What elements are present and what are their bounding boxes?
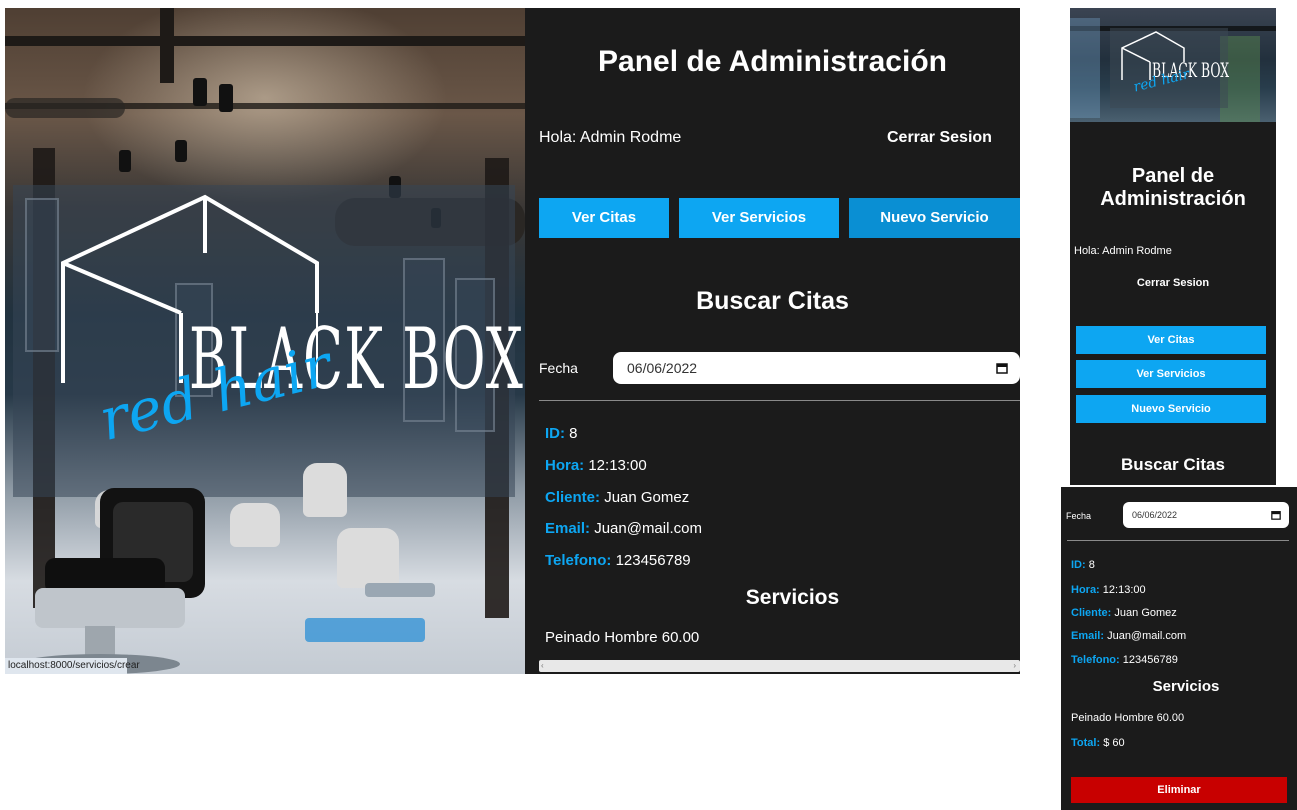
calendar-icon[interactable] (996, 362, 1008, 374)
page-title: Panel de Administración (1070, 165, 1276, 211)
appointment-phone: Telefono: 123456789 (1071, 653, 1178, 667)
appointment-client-label: Cliente: (545, 489, 601, 506)
appointment-hour-label: Hora: (1071, 584, 1100, 596)
appointment-hour-value: 12:13:00 (1102, 584, 1146, 596)
spotlight-icon (119, 150, 131, 172)
appointment-hour: Hora: 12:13:00 (545, 456, 647, 476)
date-input-value: 06/06/2022 (627, 360, 698, 376)
appointment-email: Email: Juan@mail.com (1071, 629, 1186, 643)
ceiling-column (160, 8, 174, 83)
appointment-id-label: ID: (1071, 559, 1086, 571)
service-line: Peinado Hombre 60.00 (545, 629, 700, 646)
spotlight-icon (219, 84, 233, 112)
appointment-client: Cliente: Juan Gomez (1071, 606, 1177, 620)
services-title: Servicios (1152, 678, 1220, 695)
ceiling-pipe (5, 98, 125, 118)
appointment-hour: Hora: 12:13:00 (1071, 583, 1146, 597)
date-input[interactable]: 06/06/2022 (1123, 502, 1289, 528)
mobile-hero-image: BLACK BOX red hair (1070, 8, 1276, 122)
salon-chair (337, 528, 399, 588)
logout-link[interactable]: Cerrar Sesion (887, 128, 992, 148)
mobile-screenshot-top: BLACK BOX red hair Panel de Administraci… (1070, 8, 1276, 485)
mobile-brand-overlay: BLACK BOX red hair (1110, 28, 1229, 108)
appointment-id: ID: 8 (545, 424, 578, 444)
view-appointments-button[interactable]: Ver Citas (539, 198, 669, 238)
new-service-button[interactable]: Nuevo Servicio (849, 198, 1020, 238)
appointment-email-value: Juan@mail.com (1107, 630, 1187, 642)
page-title-line1: Panel de (1131, 165, 1215, 187)
date-input-value: 06/06/2022 (1132, 510, 1178, 520)
salon-chair (230, 503, 280, 547)
date-label: Fecha (1066, 511, 1092, 521)
logout-link[interactable]: Cerrar Sesion (1070, 276, 1276, 290)
appointment-email: Email: Juan@mail.com (545, 519, 702, 539)
appointment-client: Cliente: Juan Gomez (545, 488, 689, 508)
brand-overlay: BLACK BOX red hair (13, 185, 523, 497)
salon-chair (303, 463, 347, 517)
greeting-text: Hola: Admin Rodme (539, 129, 682, 146)
appointment-email-label: Email: (545, 520, 591, 537)
spotlight-icon (175, 140, 187, 162)
appointment-email-label: Email: (1071, 630, 1105, 642)
search-title: Buscar Citas (1121, 455, 1225, 474)
service-line: Peinado Hombre 60.00 (1071, 712, 1185, 724)
appointment-phone-label: Telefono: (545, 552, 612, 569)
mobile-screenshot-bottom: Fecha 06/06/2022 ID: 8 Hora: 12:13:00 Cl… (1061, 487, 1297, 810)
date-label: Fecha (539, 360, 578, 376)
divider (539, 400, 1020, 401)
appointment-id-label: ID: (545, 425, 565, 442)
scroll-left-icon[interactable]: ‹ (541, 660, 544, 672)
scroll-right-icon[interactable]: › (1013, 660, 1016, 672)
appointment-phone: Telefono: 123456789 (545, 551, 691, 571)
ceiling-beam (5, 36, 525, 46)
new-service-button[interactable]: Nuevo Servicio (1076, 395, 1266, 423)
search-title: Buscar Citas (696, 287, 849, 315)
appointment-client-value: Juan Gomez (1114, 607, 1177, 619)
appointment-phone-value: 123456789 (1122, 654, 1178, 666)
salon-hero-image: BLACK BOX red hair localhost:8000/servic… (5, 8, 525, 674)
appointment-client-label: Cliente: (1071, 607, 1112, 619)
greeting-text: Hola: Admin Rodme (1074, 245, 1172, 257)
appointment-total-label: Total: (1071, 737, 1101, 749)
appointment-hour-value: 12:13:00 (588, 457, 647, 474)
appointment-phone-label: Telefono: (1071, 654, 1120, 666)
view-appointments-button[interactable]: Ver Citas (1076, 326, 1266, 354)
appointment-id-value: 8 (1088, 559, 1095, 571)
barber-chair-icon (20, 488, 205, 674)
delete-button[interactable]: Eliminar (1071, 777, 1287, 803)
appointment-id: ID: 8 (1071, 558, 1095, 572)
appointment-hour-label: Hora: (545, 457, 585, 474)
browser-status-url: localhost:8000/servicios/crear (5, 658, 140, 674)
appointment-total: Total: $ 60 (1071, 736, 1125, 750)
admin-panel: Panel de Administración Hola: Admin Rodm… (525, 8, 1020, 674)
floor-mat (305, 618, 425, 642)
services-title: Servicios (745, 586, 840, 609)
desktop-screenshot: BLACK BOX red hair localhost:8000/servic… (5, 8, 1020, 674)
appointment-email-value: Juan@mail.com (594, 520, 702, 537)
horizontal-scrollbar[interactable]: ‹ › (539, 660, 1020, 672)
appointment-id-value: 8 (569, 425, 578, 442)
window-panel (1070, 18, 1100, 118)
floor-mat (365, 583, 435, 597)
spotlight-icon (193, 78, 207, 106)
view-services-button[interactable]: Ver Servicios (1076, 360, 1266, 388)
appointment-client-value: Juan Gomez (604, 489, 690, 506)
page-title: Panel de Administración (598, 45, 947, 78)
view-services-button[interactable]: Ver Servicios (679, 198, 839, 238)
calendar-icon[interactable] (1271, 510, 1281, 520)
date-input[interactable]: 06/06/2022 (613, 352, 1020, 384)
appointment-total-value: $ 60 (1103, 737, 1125, 749)
page-title-line2: Administración (1100, 188, 1246, 210)
divider (1067, 540, 1289, 541)
appointment-phone-value: 123456789 (615, 552, 691, 569)
